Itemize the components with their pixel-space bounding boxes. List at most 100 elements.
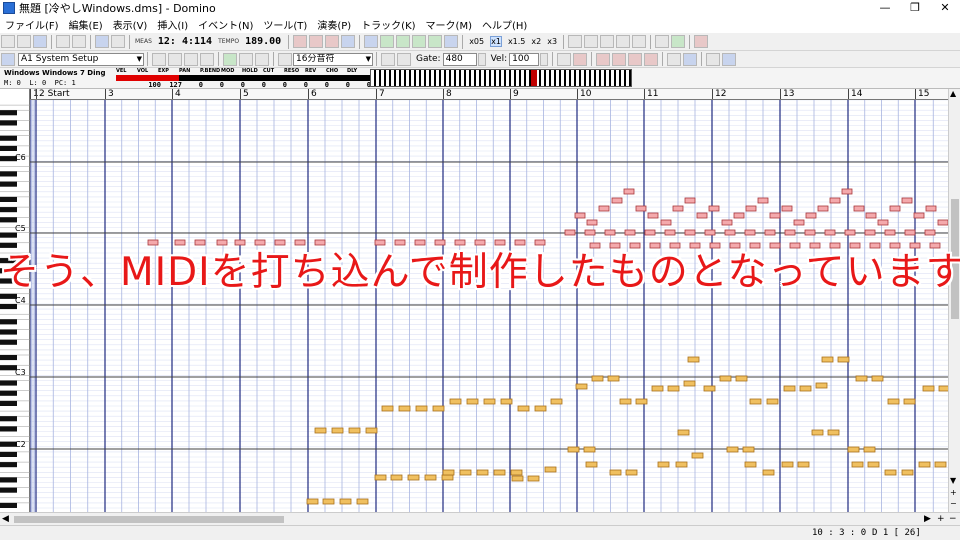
midi-note[interactable] xyxy=(575,383,588,390)
mixer-icon[interactable] xyxy=(655,35,670,48)
black-key[interactable] xyxy=(0,110,17,116)
midi-note[interactable] xyxy=(783,385,796,392)
midi-note[interactable] xyxy=(709,242,721,249)
black-key[interactable] xyxy=(0,329,17,335)
midi-note[interactable] xyxy=(704,229,716,236)
menu-file[interactable]: ファイル(F) xyxy=(0,17,64,32)
horizontal-scrollbar[interactable]: ◀ ▶ + − xyxy=(0,512,960,525)
midi-note[interactable] xyxy=(762,469,775,476)
step-record-icon[interactable] xyxy=(309,35,324,48)
settings-icon[interactable] xyxy=(694,35,709,48)
midi-note[interactable] xyxy=(441,474,454,481)
midi-note[interactable] xyxy=(609,469,622,476)
black-key[interactable] xyxy=(0,319,17,325)
midi-note[interactable] xyxy=(918,461,931,468)
midi-note[interactable] xyxy=(837,356,850,363)
zoom-x15[interactable]: x1.5 xyxy=(508,37,525,46)
zoom-out-icon[interactable] xyxy=(184,52,198,66)
black-key[interactable] xyxy=(0,380,17,386)
black-key[interactable] xyxy=(0,217,17,223)
midi-note[interactable] xyxy=(514,239,526,246)
midi-note[interactable] xyxy=(863,446,876,453)
new-file-icon[interactable] xyxy=(1,35,15,48)
midi-note[interactable] xyxy=(306,498,319,505)
midi-note[interactable] xyxy=(865,212,877,219)
go-to-end-icon[interactable] xyxy=(444,35,459,48)
midi-note[interactable] xyxy=(574,212,586,219)
menu-view[interactable]: 表示(V) xyxy=(108,17,153,32)
midi-note[interactable] xyxy=(517,405,530,412)
midi-note[interactable] xyxy=(664,229,676,236)
zoom-vertical-out-icon[interactable] xyxy=(612,52,627,66)
black-key[interactable] xyxy=(0,400,17,406)
midi-note[interactable] xyxy=(744,461,757,468)
midi-note[interactable] xyxy=(884,469,897,476)
midi-note[interactable] xyxy=(871,375,884,382)
midi-note[interactable] xyxy=(708,205,720,212)
black-key[interactable] xyxy=(0,120,17,126)
midi-note[interactable] xyxy=(781,205,793,212)
midi-note[interactable] xyxy=(901,469,914,476)
midi-note[interactable] xyxy=(938,385,948,392)
midi-note[interactable] xyxy=(584,229,596,236)
black-key[interactable] xyxy=(0,145,17,151)
loop-icon[interactable] xyxy=(341,35,356,48)
step-back-icon[interactable] xyxy=(396,35,411,48)
quantize-icon[interactable] xyxy=(557,52,572,66)
horizontal-scroll-thumb[interactable] xyxy=(14,516,284,523)
midi-note[interactable] xyxy=(534,239,546,246)
black-key[interactable] xyxy=(0,207,17,213)
midi-note[interactable] xyxy=(194,239,206,246)
midi-note[interactable] xyxy=(929,242,941,249)
download-icon[interactable] xyxy=(706,52,721,66)
midi-note[interactable] xyxy=(544,466,557,473)
midi-note[interactable] xyxy=(442,469,455,476)
midi-note[interactable] xyxy=(174,239,186,246)
midi-note[interactable] xyxy=(677,429,690,436)
midi-note[interactable] xyxy=(510,469,523,476)
zoom-minus-icon[interactable]: − xyxy=(950,499,957,509)
play-icon[interactable] xyxy=(412,35,427,48)
midi-note[interactable] xyxy=(909,242,921,249)
piano-keys[interactable]: C6 C5 C4 C3 C2 xyxy=(0,89,30,529)
midi-note[interactable] xyxy=(598,205,610,212)
midi-note[interactable] xyxy=(903,398,916,405)
midi-note[interactable] xyxy=(216,239,228,246)
midi-note[interactable] xyxy=(884,229,896,236)
midi-note[interactable] xyxy=(274,239,286,246)
black-key[interactable] xyxy=(0,181,17,187)
midi-note[interactable] xyxy=(356,498,369,505)
midi-note[interactable] xyxy=(784,229,796,236)
midi-note[interactable] xyxy=(889,205,901,212)
midi-note[interactable] xyxy=(672,205,684,212)
midi-note[interactable] xyxy=(534,405,547,412)
zoom-in-icon[interactable] xyxy=(168,52,182,66)
midi-note[interactable] xyxy=(314,239,326,246)
midi-note[interactable] xyxy=(805,212,817,219)
midi-note[interactable] xyxy=(757,197,769,204)
midi-note[interactable] xyxy=(483,398,496,405)
menu-edit[interactable]: 編集(E) xyxy=(64,17,108,32)
midi-note[interactable] xyxy=(629,242,641,249)
tie-icon[interactable] xyxy=(397,52,411,66)
midi-note[interactable] xyxy=(623,188,635,195)
controller-dly[interactable]: DLY 0 xyxy=(347,68,371,89)
close-button[interactable]: ✕ xyxy=(930,0,960,16)
midi-note[interactable] xyxy=(721,219,733,226)
midi-note[interactable] xyxy=(314,427,327,434)
midi-note[interactable] xyxy=(696,212,708,219)
midi-note[interactable] xyxy=(511,475,524,482)
vertical-scrollbar[interactable]: ▲ ▼ + − xyxy=(948,89,960,512)
midi-note[interactable] xyxy=(348,427,361,434)
black-key[interactable] xyxy=(0,355,17,361)
metronome-icon[interactable] xyxy=(667,52,682,66)
midi-note[interactable] xyxy=(415,405,428,412)
midi-note[interactable] xyxy=(381,405,394,412)
black-key[interactable] xyxy=(0,487,17,493)
triplet-icon[interactable] xyxy=(381,52,395,66)
midi-note[interactable] xyxy=(374,239,386,246)
list-view-icon[interactable] xyxy=(568,35,583,48)
zoom-plus-icon[interactable]: + xyxy=(950,488,957,498)
midi-note[interactable] xyxy=(844,229,856,236)
midi-note[interactable] xyxy=(390,474,403,481)
